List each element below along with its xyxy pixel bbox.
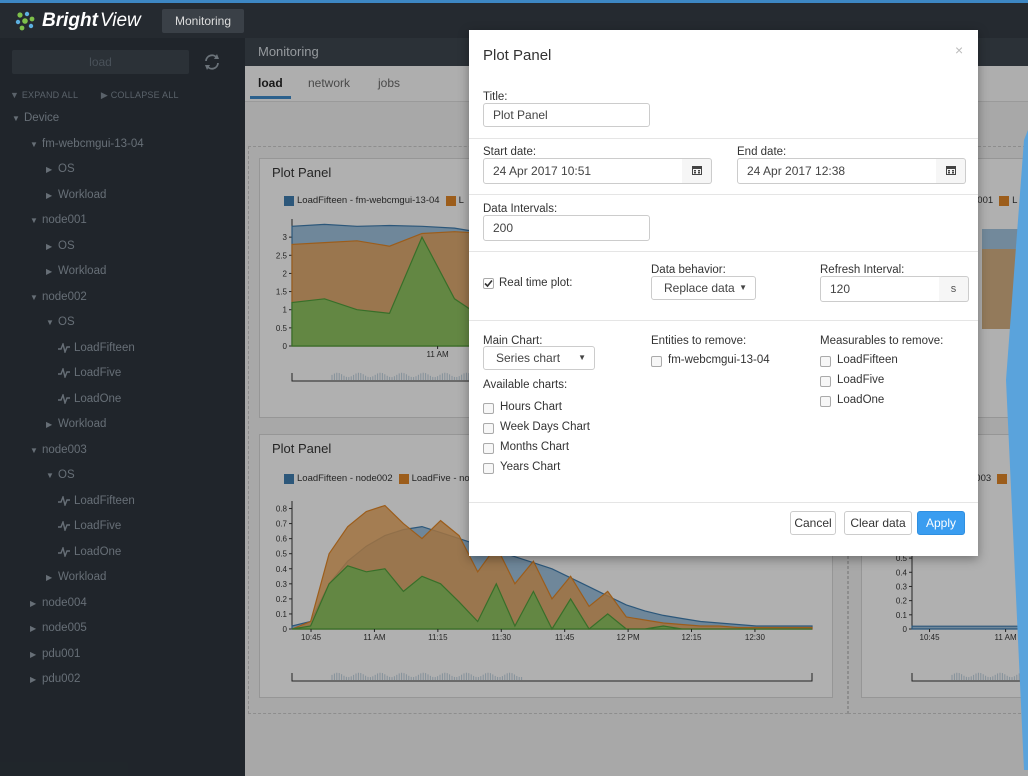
apply-button[interactable]: Apply [917, 511, 965, 535]
divider [469, 194, 978, 195]
measurable-checkbox[interactable] [820, 396, 831, 407]
chevron-down-icon: ▼ [578, 353, 586, 362]
intervals-input[interactable]: 200 [483, 215, 650, 241]
main-chart-value: Series chart [496, 351, 561, 365]
title-label: Title: [483, 91, 508, 103]
available-chart-label: Years Chart [500, 461, 561, 473]
entities-label: Entities to remove: [651, 335, 747, 347]
brand-light: View [99, 10, 141, 31]
nav-monitoring[interactable]: Monitoring [162, 9, 245, 33]
decorative-wedge [1006, 130, 1028, 770]
chevron-down-icon: ▼ [739, 283, 747, 292]
available-chart-checkbox[interactable] [483, 463, 494, 474]
start-date-input[interactable]: 24 Apr 2017 10:51 [483, 158, 683, 184]
entity-checkbox[interactable] [651, 356, 662, 367]
refresh-unit: s [939, 276, 969, 302]
entity-label: fm-webcmgui-13-04 [668, 354, 770, 366]
plot-panel-dialog: Plot Panel × Title: Plot Panel Start dat… [469, 30, 978, 556]
behavior-value: Replace data [664, 281, 735, 295]
realtime-checkbox[interactable] [483, 278, 494, 289]
available-chart-checkbox[interactable] [483, 403, 494, 414]
realtime-label: Real time plot: [499, 277, 573, 289]
end-calendar-button[interactable] [936, 158, 966, 184]
available-chart-checkbox[interactable] [483, 443, 494, 454]
divider [469, 138, 978, 139]
refresh-label: Refresh Interval: [820, 264, 905, 276]
measurable-label: LoadFifteen [837, 354, 898, 366]
divider [469, 320, 978, 321]
close-icon[interactable]: × [955, 42, 963, 58]
intervals-label: Data Intervals: [483, 203, 558, 215]
measurable-label: LoadFive [837, 374, 885, 386]
end-date-label: End date: [737, 146, 787, 158]
brand-bold: Bright [42, 10, 98, 31]
clear-data-button[interactable]: Clear data [844, 511, 912, 535]
title-input[interactable]: Plot Panel [483, 103, 650, 127]
calendar-icon [946, 166, 956, 175]
end-date-input[interactable]: 24 Apr 2017 12:38 [737, 158, 937, 184]
measurables-label: Measurables to remove: [820, 335, 944, 347]
refresh-input[interactable]: 120 [820, 276, 940, 302]
available-chart-label: Week Days Chart [500, 421, 590, 433]
divider [469, 502, 978, 503]
available-chart-checkbox[interactable] [483, 423, 494, 434]
behavior-label: Data behavior: [651, 264, 726, 276]
available-charts-label: Available charts: [483, 379, 568, 391]
available-chart-label: Hours Chart [500, 401, 562, 413]
available-chart-label: Months Chart [500, 441, 570, 453]
behavior-select[interactable]: Replace data ▼ [651, 276, 756, 300]
dialog-title: Plot Panel [483, 47, 552, 64]
calendar-icon [692, 166, 702, 175]
measurable-checkbox[interactable] [820, 356, 831, 367]
start-calendar-button[interactable] [682, 158, 712, 184]
checkmark-icon [484, 279, 493, 288]
logo-dots-icon [15, 11, 35, 31]
main-chart-select[interactable]: Series chart ▼ [483, 346, 595, 370]
brightview-logo[interactable]: Bright View [14, 7, 141, 35]
start-date-label: Start date: [483, 146, 537, 158]
divider [469, 251, 978, 252]
cancel-button[interactable]: Cancel [790, 511, 836, 535]
measurable-label: LoadOne [837, 394, 885, 406]
measurable-checkbox[interactable] [820, 376, 831, 387]
